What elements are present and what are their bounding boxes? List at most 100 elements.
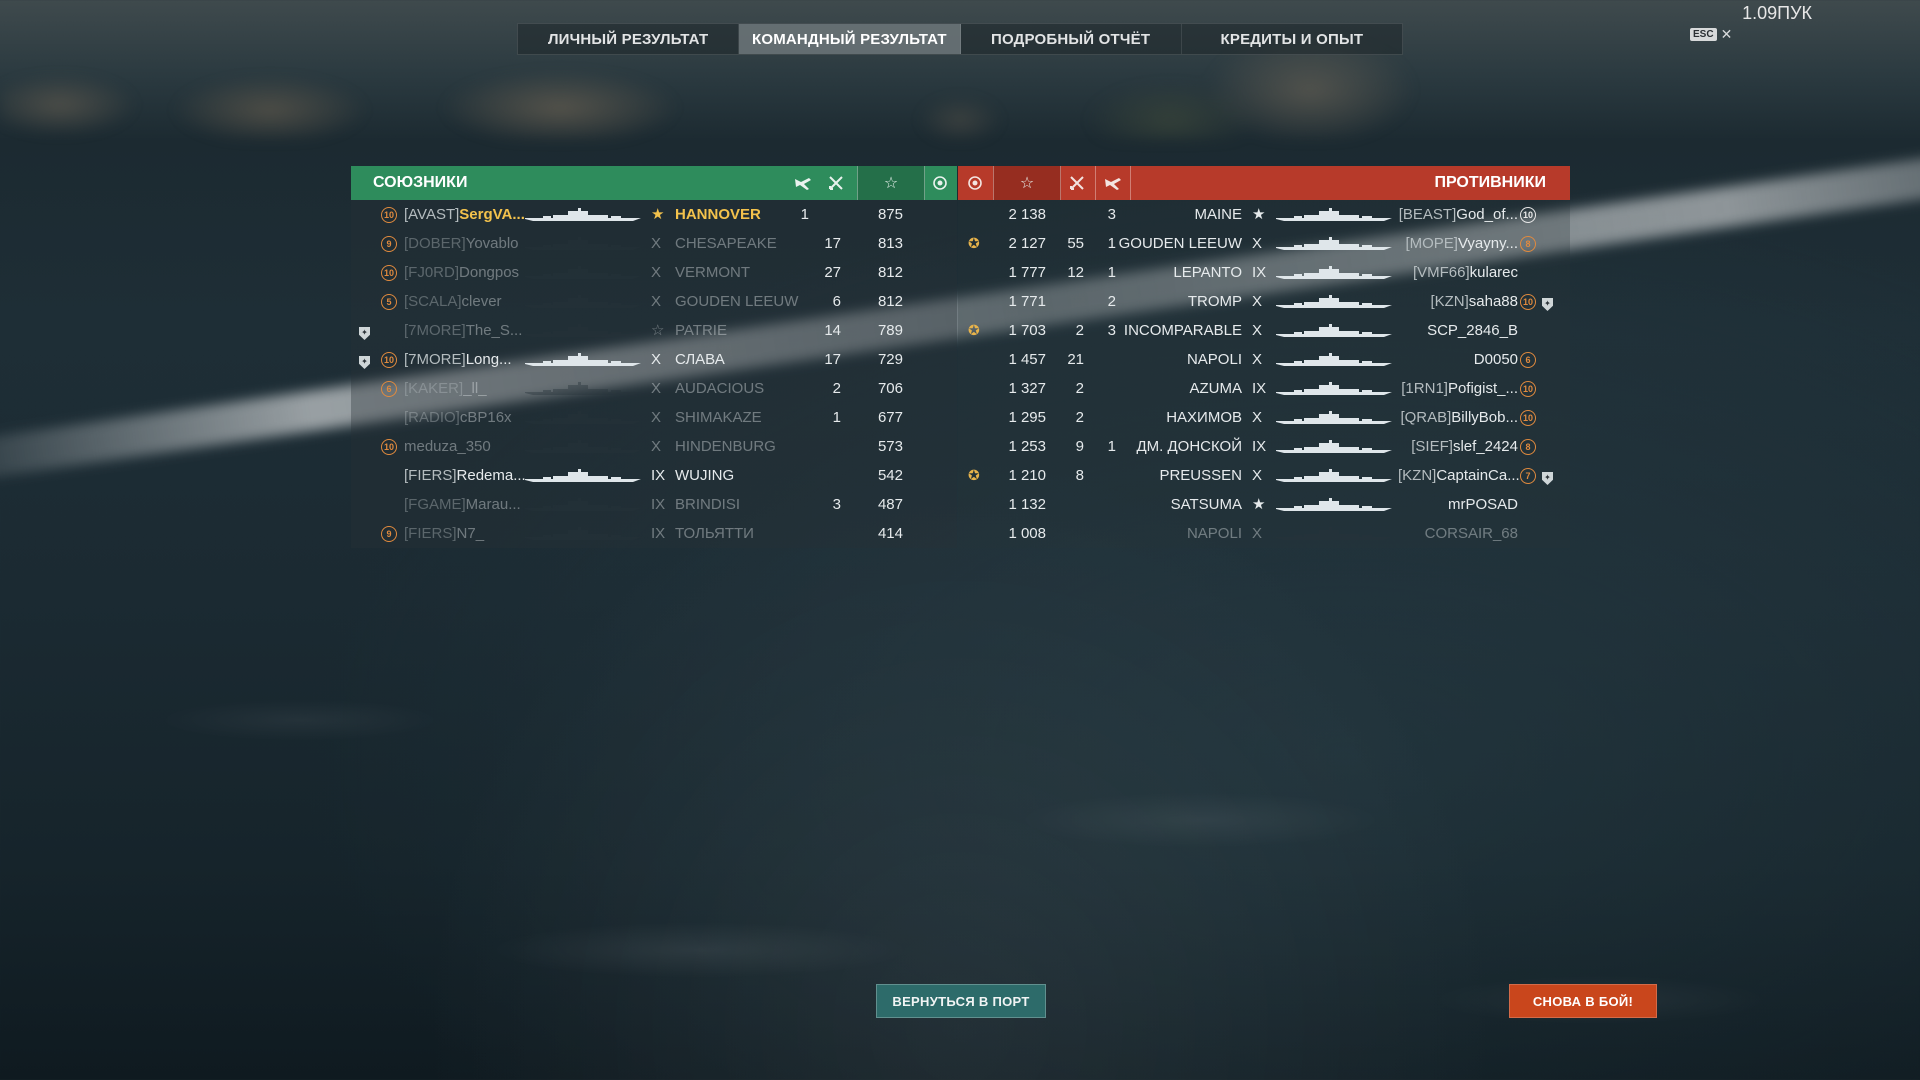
ships-destroyed: 21 — [1067, 351, 1084, 368]
table-row[interactable]: 1 132 SATSUMA ★ mrPOSAD — [958, 490, 1570, 519]
player-nickname: meduza_350 — [404, 438, 491, 455]
player-name[interactable]: D0050 — [1398, 345, 1518, 374]
tab-team-result[interactable]: КОМАНДНЫЙ РЕЗУЛЬТАТ — [739, 24, 961, 54]
ships-destroyed — [813, 519, 841, 548]
ships-destroyed: 2 — [1075, 322, 1084, 339]
table-row[interactable]: 1 771 2 TROMP X [KZN]saha88 10 ✦ — [958, 287, 1570, 316]
player-nickname: Marau... — [465, 496, 521, 513]
player-name[interactable]: [1RN1]Pofigist_... — [1398, 374, 1518, 403]
tab-personal-result[interactable]: ЛИЧНЫЙ РЕЗУЛЬТАТ — [518, 24, 740, 54]
player-name[interactable]: CORSAIR_68 — [1398, 519, 1518, 548]
ships-destroyed: 3 — [832, 496, 841, 513]
table-row[interactable]: ✦ 10 [7MORE]Long... X СЛАВА 17 729 — [351, 345, 957, 374]
plane-icon[interactable] — [1095, 166, 1131, 200]
ship-tier: IX — [1252, 380, 1267, 397]
table-row[interactable]: ✪ 1 210 8 PREUSSEN X [KZN]CaptainCa... 7 ✦ — [958, 461, 1570, 490]
plane-icon[interactable] — [788, 166, 818, 200]
ship-name: NAPOLI — [1186, 525, 1242, 542]
player-name[interactable]: [QRAB]BillyBob... — [1398, 403, 1518, 432]
ship-name: AUDACIOUS — [675, 380, 765, 397]
table-row[interactable]: 9 [FIERS]N7_ IX ТОЛЬЯТТИ 414 — [351, 519, 957, 548]
table-row[interactable]: 10 meduza_350 X HINDENBURG 573 — [351, 432, 957, 461]
player-name[interactable]: [MOPE]Vyayny... — [1398, 229, 1518, 258]
player-name[interactable]: [SIEF]slef_2424 — [1398, 432, 1518, 461]
table-row[interactable]: 1 327 2 AZUMA IX [1RN1]Pofigist_... 10 — [958, 374, 1570, 403]
esc-close-button[interactable]: ESC ✕ — [1690, 26, 1732, 43]
table-row[interactable]: 1 253 9 1 ДМ. ДОНСКОЙ IX [SIEF]slef_2424 8 — [958, 432, 1570, 461]
table-row[interactable]: ✪ 2 127 55 1 GOUDEN LEEUW X [MOPE]Vyayny... 8 — [958, 229, 1570, 258]
player-name[interactable]: [SCALA]clever — [404, 287, 502, 316]
table-row[interactable]: [FIERS]Redema... IX WUJING 542 — [351, 461, 957, 490]
player-name[interactable]: [FJ0RD]Dongpos — [404, 258, 519, 287]
base-xp: 414 — [877, 525, 903, 542]
wreath-icon: ✪ — [968, 322, 980, 338]
results-tabs: ЛИЧНЫЙ РЕЗУЛЬТАТ КОМАНДНЫЙ РЕЗУЛЬТАТ ПОД… — [517, 23, 1403, 55]
player-name[interactable]: [KZN]saha88 — [1398, 287, 1518, 316]
table-row[interactable]: 9 [DOBER]Yovablo X CHESAPEAKE 17 813 — [351, 229, 957, 258]
table-row[interactable]: [RADIO]cBP16x X SHIMAKAZE 1 677 — [351, 403, 957, 432]
ships-destroyed: 17 — [824, 351, 841, 368]
player-name[interactable]: [RADIO]cBP16x — [404, 403, 512, 432]
table-row[interactable]: ✦ [7MORE]The_S... ☆ PATRIE 14 789 — [351, 316, 957, 345]
tab-detailed-report[interactable]: ПОДРОБНЫЙ ОТЧЁТ — [961, 24, 1182, 54]
player-name[interactable]: [KAKER]_ll_ — [404, 374, 487, 403]
player-name[interactable]: [VMF66]kularec — [1398, 258, 1518, 287]
player-name[interactable]: [FIERS]N7_ — [404, 519, 484, 548]
table-row[interactable]: 10 [FJ0RD]Dongpos X VERMONT 27 812 — [351, 258, 957, 287]
level-badge: 9 — [381, 519, 397, 548]
player-name[interactable]: [7MORE]The_S... — [404, 316, 522, 345]
table-row[interactable]: 2 138 3 MAINE ★ [BEAST]God_of... 10 — [958, 200, 1570, 229]
table-row[interactable]: 10 [AVAST]SergVA... ★ HANNOVER 1 875 — [351, 200, 957, 229]
player-name[interactable]: [BEAST]God_of... — [1398, 200, 1518, 229]
clan-tag: [KZN] — [1398, 467, 1437, 484]
ships-destroyed: 2 — [1075, 409, 1084, 426]
player-name[interactable]: [DOBER]Yovablo — [404, 229, 519, 258]
player-name[interactable]: [KZN]CaptainCa... — [1398, 461, 1520, 490]
ship-name: СЛАВА — [675, 351, 725, 368]
return-to-port-button[interactable]: ВЕРНУТЬСЯ В ПОРТ — [876, 984, 1046, 1018]
star-icon[interactable]: ☆ — [993, 166, 1061, 200]
table-row[interactable]: 1 295 2 НАХИМОВ X [QRAB]BillyBob... 10 — [958, 403, 1570, 432]
ship-tier: X — [651, 293, 662, 310]
table-row[interactable]: 1 457 21 NAPOLI X D0050 6 — [958, 345, 1570, 374]
level-icon: 8 — [1520, 439, 1536, 456]
ship-silhouette-icon — [523, 237, 643, 251]
ship-tier: X — [1252, 235, 1263, 252]
wreath-icon[interactable] — [925, 166, 955, 200]
level-badge: 6 — [381, 374, 397, 403]
allies-header: СОЮЗНИКИ ☆ — [351, 166, 957, 200]
player-name[interactable]: mrPOSAD — [1398, 490, 1518, 519]
planes-destroyed — [1088, 490, 1116, 519]
player-name[interactable]: SCP_2846_B — [1398, 316, 1518, 345]
ship-tier: IX — [651, 467, 666, 484]
ships-destroyed: 17 — [824, 235, 841, 252]
ship-silhouette-icon — [523, 266, 643, 280]
level-badge: 10 — [381, 200, 397, 229]
ship-name: VERMONT — [675, 264, 750, 281]
player-name[interactable]: [AVAST]SergVA... — [404, 200, 525, 229]
player-nickname: N7_ — [456, 525, 485, 542]
table-row[interactable]: ✪ 1 703 2 3 INCOMPARABLE X SCP_2846_B — [958, 316, 1570, 345]
wreath-icon[interactable] — [960, 166, 990, 200]
crossed-swords-icon[interactable] — [1062, 166, 1092, 200]
table-row[interactable]: 1 777 12 1 LEPANTO IX [VMF66]kularec — [958, 258, 1570, 287]
ships-destroyed: 2 — [1075, 380, 1084, 397]
player-name[interactable]: meduza_350 — [404, 432, 491, 461]
player-name[interactable]: [FGAME]Marau... — [404, 490, 521, 519]
table-row[interactable]: [FGAME]Marau... IX BRINDISI 3 487 — [351, 490, 957, 519]
table-row[interactable]: 5 [SCALA]clever X GOUDEN LEEUW 6 812 — [351, 287, 957, 316]
level-icon: 10 — [381, 439, 397, 456]
star-icon[interactable]: ☆ — [857, 166, 925, 200]
tab-credits-xp[interactable]: КРЕДИТЫ И ОПЫТ — [1182, 24, 1402, 54]
ships-destroyed — [813, 432, 841, 461]
player-name[interactable]: [7MORE]Long... — [404, 345, 512, 374]
player-nickname: Redema... — [456, 467, 526, 484]
planes-destroyed: 2 — [1107, 293, 1116, 310]
table-row[interactable]: 6 [KAKER]_ll_ X AUDACIOUS 2 706 — [351, 374, 957, 403]
player-name[interactable]: [FIERS]Redema... — [404, 461, 526, 490]
table-row[interactable]: 1 008 NAPOLI X CORSAIR_68 — [958, 519, 1570, 548]
battle-again-button[interactable]: СНОВА В БОЙ! — [1509, 984, 1657, 1018]
base-xp: 677 — [877, 409, 903, 426]
crossed-swords-icon[interactable] — [821, 166, 851, 200]
ships-destroyed — [813, 200, 841, 229]
